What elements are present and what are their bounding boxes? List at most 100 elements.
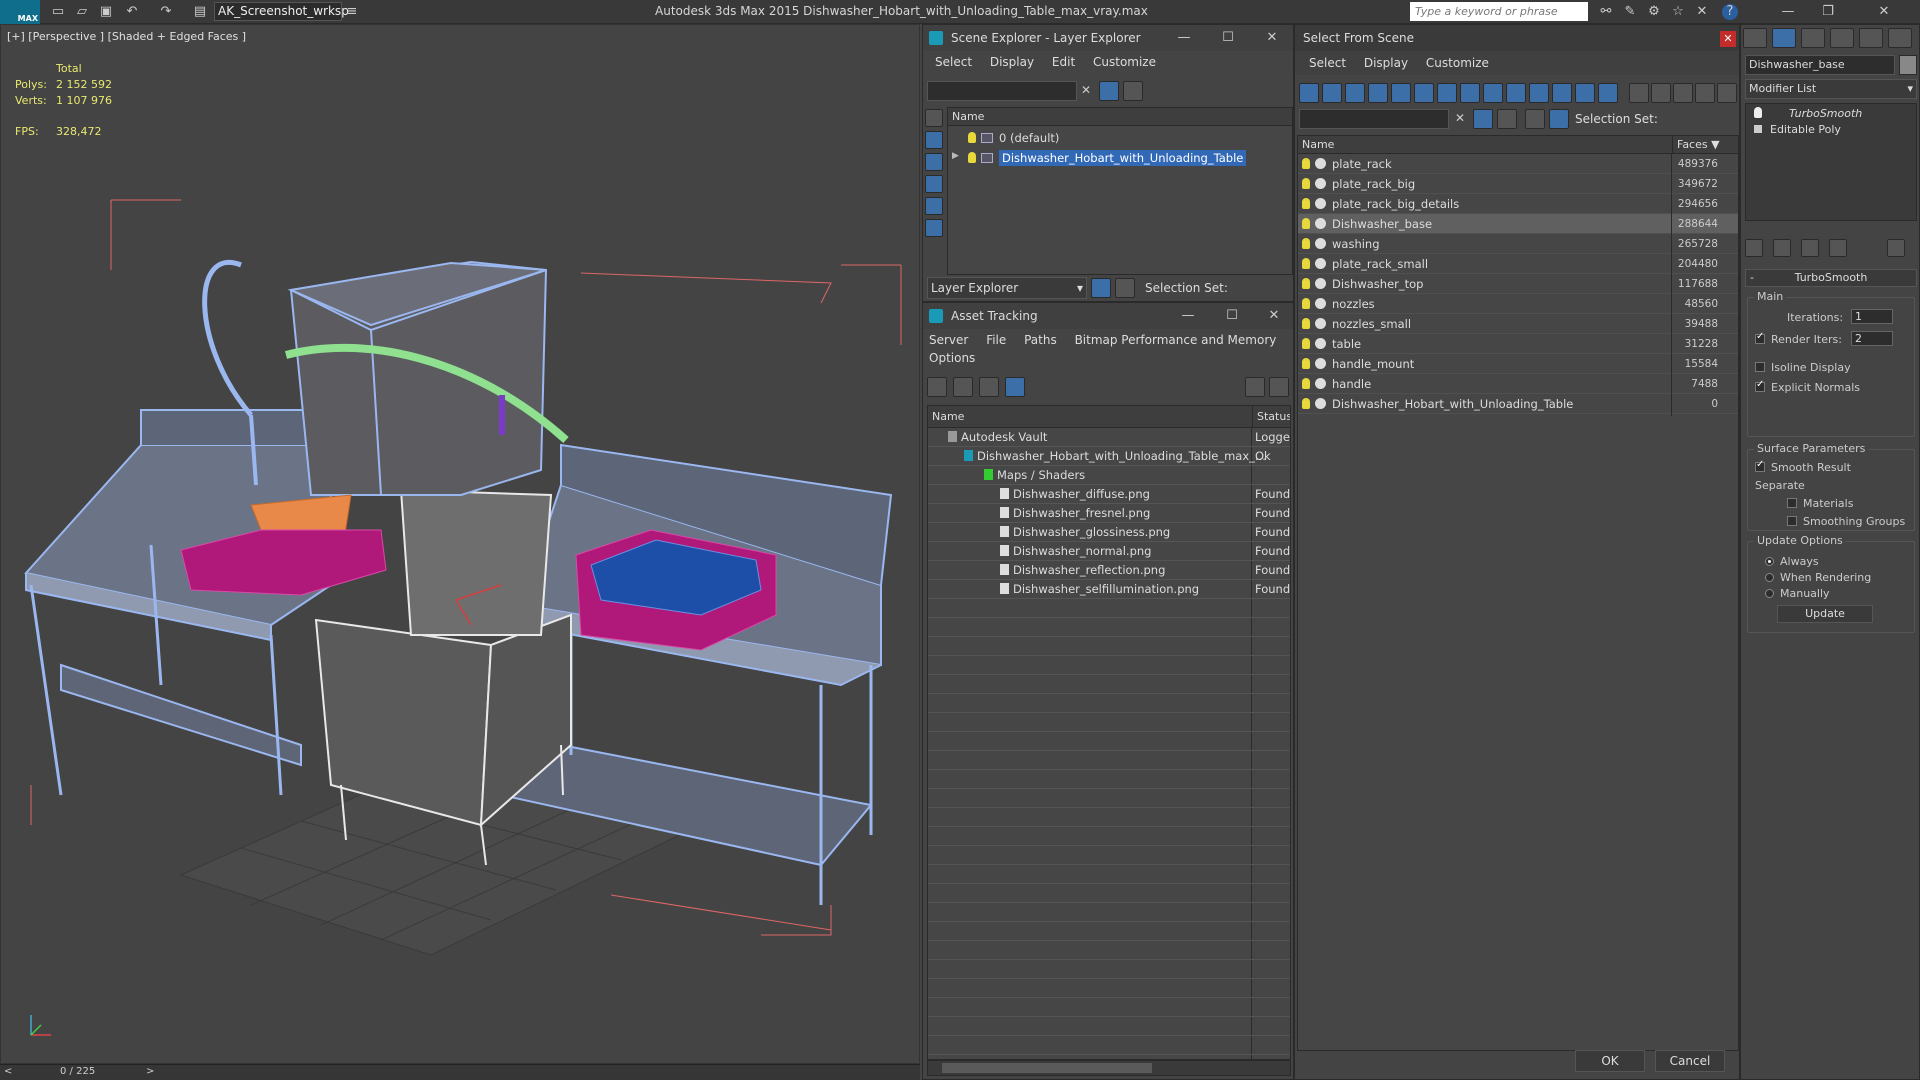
column-header-name[interactable]: Name xyxy=(1302,136,1334,154)
subscription-icon[interactable]: ⚙ xyxy=(1646,4,1662,20)
filter-select-invert-icon[interactable] xyxy=(1695,83,1715,103)
search-input[interactable]: Type a keyword or phrase xyxy=(1410,2,1588,21)
menu-options[interactable]: Options xyxy=(929,351,975,365)
ok-button[interactable]: OK xyxy=(1575,1050,1645,1072)
filter-icon[interactable] xyxy=(1099,81,1119,101)
filter-shapes-icon[interactable] xyxy=(1322,83,1342,103)
favorites-icon[interactable]: ☆ xyxy=(1670,4,1686,20)
expand-arrow-icon[interactable]: ▶ xyxy=(952,151,959,161)
lightbulb-icon[interactable] xyxy=(1302,158,1310,169)
lightbulb-icon[interactable] xyxy=(1302,358,1310,369)
tab-display-icon[interactable] xyxy=(1859,28,1883,48)
object-row[interactable]: handle_mount 15584 xyxy=(1298,354,1738,374)
filter-select-all-icon[interactable] xyxy=(1651,83,1671,103)
smooth-result-checkbox[interactable] xyxy=(1755,459,1765,472)
restore-button[interactable]: ❐ xyxy=(1808,0,1848,24)
next-frame-icon[interactable]: > xyxy=(146,1066,154,1077)
lightbulb-icon[interactable] xyxy=(1302,198,1310,209)
update-button[interactable]: Update xyxy=(1777,605,1873,623)
scene-explorer-title[interactable]: Scene Explorer - Layer Explorer — ☐ ✕ xyxy=(923,25,1293,51)
object-row[interactable]: washing 265728 xyxy=(1298,234,1738,254)
clear-filter-icon[interactable]: ✕ xyxy=(1455,111,1465,125)
asset-row[interactable]: Dishwasher_diffuse.png Found xyxy=(928,485,1290,504)
binoculars-icon[interactable]: ⚯ xyxy=(1598,4,1614,20)
isoline-checkbox[interactable] xyxy=(1755,362,1765,372)
filter-cameras-icon[interactable] xyxy=(1368,83,1388,103)
layer-row-dishwasher[interactable]: Dishwasher_Hobart_with_Unloading_Table xyxy=(968,148,1288,168)
menu-icon[interactable]: ≡ xyxy=(344,4,360,20)
object-row[interactable]: plate_rack_small 204480 xyxy=(1298,254,1738,274)
render-iters-spinner[interactable]: 2 xyxy=(1851,331,1893,346)
menu-file[interactable]: File xyxy=(986,333,1006,347)
close-button[interactable]: ✕ xyxy=(1848,0,1920,24)
expand-icon[interactable] xyxy=(1754,125,1762,133)
object-row[interactable]: table 31228 xyxy=(1298,334,1738,354)
close-button[interactable]: ✕ xyxy=(1257,25,1287,51)
object-row[interactable]: handle 7488 xyxy=(1298,374,1738,394)
filter-hidden-icon[interactable] xyxy=(1552,83,1572,103)
list-view-icon[interactable] xyxy=(953,377,973,397)
filter-helpers-icon[interactable] xyxy=(1391,83,1411,103)
filter-find-filter-icon[interactable] xyxy=(1717,83,1737,103)
explorer-type-dropdown[interactable]: Layer Explorer ▾ xyxy=(927,277,1087,299)
display-geometry-icon[interactable] xyxy=(925,109,943,127)
menu-bitmap-performance[interactable]: Bitmap Performance and Memory xyxy=(1075,333,1277,347)
remove-modifier-icon[interactable] xyxy=(1829,239,1847,257)
lightbulb-icon[interactable] xyxy=(968,132,976,143)
tools-icon[interactable]: ✎ xyxy=(1622,4,1638,20)
turbosmooth-rollout-header[interactable]: - TurboSmooth xyxy=(1745,269,1917,287)
hierarchy-icon[interactable] xyxy=(1549,109,1569,129)
lightbulb-icon[interactable] xyxy=(1302,218,1310,229)
tab-hierarchy-icon[interactable] xyxy=(1801,28,1825,48)
object-row[interactable]: plate_rack_big 349672 xyxy=(1298,174,1738,194)
asset-tracking-title[interactable]: Asset Tracking — ☐ ✕ xyxy=(923,303,1293,329)
tab-modify-icon[interactable] xyxy=(1772,28,1796,48)
object-row[interactable]: plate_rack 489376 xyxy=(1298,154,1738,174)
undo-icon[interactable]: ↶ xyxy=(124,4,140,20)
filter-lights-icon[interactable] xyxy=(1345,83,1365,103)
menu-display[interactable]: Display xyxy=(990,55,1034,69)
help-icon[interactable] xyxy=(1245,377,1265,397)
stack-item-turbosmooth[interactable]: TurboSmooth xyxy=(1754,106,1862,122)
manually-radio[interactable] xyxy=(1765,589,1774,598)
filter-select-none-icon[interactable] xyxy=(1673,83,1693,103)
lightbulb-icon[interactable] xyxy=(1302,178,1310,189)
close-button[interactable]: ✕ xyxy=(1259,303,1289,329)
minimize-button[interactable]: — xyxy=(1173,303,1203,329)
always-radio[interactable] xyxy=(1765,557,1774,566)
filter-groups-icon[interactable] xyxy=(1437,83,1457,103)
find-case-icon[interactable] xyxy=(1497,109,1517,129)
hierarchy-icon[interactable] xyxy=(1115,278,1135,298)
filter-bones-icon[interactable] xyxy=(1483,83,1503,103)
make-unique-icon[interactable] xyxy=(1801,239,1819,257)
explicit-normals-checkbox[interactable] xyxy=(1755,379,1765,392)
display-helpers-icon[interactable] xyxy=(925,197,943,215)
asset-row[interactable]: Dishwasher_selfillumination.png Found xyxy=(928,580,1290,599)
filter-display-all-icon[interactable] xyxy=(1575,83,1595,103)
object-row[interactable]: nozzles 48560 xyxy=(1298,294,1738,314)
close-button[interactable]: ✕ xyxy=(1720,31,1736,47)
tab-motion-icon[interactable] xyxy=(1830,28,1854,48)
menu-server[interactable]: Server xyxy=(929,333,968,347)
display-spacewarps-icon[interactable] xyxy=(925,219,943,237)
minimize-button[interactable]: — xyxy=(1768,0,1808,24)
lightbulb-icon[interactable] xyxy=(1754,107,1762,118)
tab-utilities-icon[interactable] xyxy=(1888,28,1912,48)
perspective-viewport[interactable]: [+] [Perspective ] [Shaded + Edged Faces… xyxy=(0,24,920,1064)
show-end-result-icon[interactable] xyxy=(1773,239,1791,257)
close-x-icon[interactable]: ✕ xyxy=(1694,4,1710,20)
new-file-icon[interactable]: ▭ xyxy=(50,4,66,20)
display-lights-icon[interactable] xyxy=(925,153,943,171)
filter-display-none-icon[interactable] xyxy=(1598,83,1618,103)
refresh-icon[interactable] xyxy=(927,377,947,397)
asset-row[interactable]: Dishwasher_Hobart_with_Unloading_Table_m… xyxy=(928,447,1290,466)
filter-geometry-icon[interactable] xyxy=(1299,83,1319,103)
save-icon[interactable]: ▣ xyxy=(98,4,114,20)
maximize-button[interactable]: ☐ xyxy=(1213,25,1243,51)
column-header-name[interactable]: Name xyxy=(948,108,1292,126)
asset-row[interactable]: Dishwasher_glossiness.png Found xyxy=(928,523,1290,542)
lightbulb-icon[interactable] xyxy=(1302,258,1310,269)
column-header-name[interactable]: Name xyxy=(932,406,964,428)
name-filter-input[interactable] xyxy=(1299,109,1449,129)
layer-row-default[interactable]: 0 (default) xyxy=(968,128,1288,148)
